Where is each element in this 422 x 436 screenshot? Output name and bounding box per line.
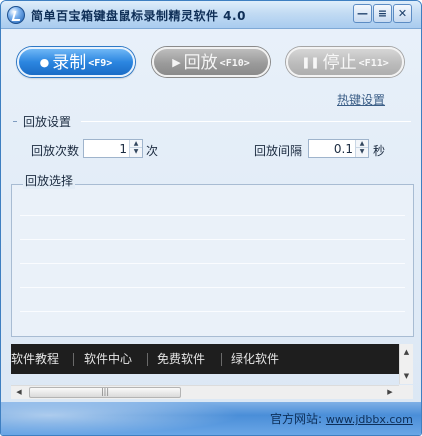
stop-button[interactable]: ❚❚ 停止 <F11>	[286, 47, 404, 77]
nav-divider	[221, 353, 222, 366]
official-site-label: 官方网站:	[270, 412, 323, 426]
play-icon: ▶	[172, 56, 181, 69]
main-window: 简单百宝箱键盘鼠标录制精灵软件 4.0 — ≡ ✕ ● 录制 <F9> ▶ 回放 <F1…	[0, 0, 422, 436]
scroll-down-icon[interactable]: ▼	[400, 370, 413, 382]
record-icon: ●	[39, 56, 50, 69]
stepper-up-icon[interactable]: ▲	[356, 140, 368, 148]
scroll-right-icon[interactable]: ▶	[383, 386, 397, 399]
list-row-divider	[20, 215, 405, 216]
record-button[interactable]: ● 录制 <F9>	[17, 47, 135, 77]
nav-link-free-software[interactable]: 免费软件	[157, 350, 205, 367]
scrollbar-corner	[399, 385, 413, 399]
hotkey-settings-link[interactable]: 热键设置	[337, 91, 385, 108]
list-row-divider	[20, 287, 405, 288]
vertical-scrollbar[interactable]: ▲ ▼	[399, 344, 413, 384]
link-strip: 软件教程 软件中心 免费软件 绿化软件	[11, 344, 399, 374]
scroll-up-icon[interactable]: ▲	[400, 346, 413, 358]
nav-divider	[73, 353, 74, 366]
nav-link-tutorials[interactable]: 软件教程	[11, 350, 59, 367]
stop-label: 停止	[322, 53, 357, 73]
replay-label: 回放	[183, 53, 218, 73]
title-bar[interactable]: 简单百宝箱键盘鼠标录制精灵软件 4.0 — ≡ ✕	[1, 1, 421, 29]
replay-interval-stepper[interactable]: 0.1 ▲ ▼	[308, 139, 369, 158]
stepper-down-icon[interactable]: ▼	[356, 148, 368, 156]
nav-link-portable-software[interactable]: 绿化软件	[231, 350, 279, 367]
horizontal-scrollbar[interactable]: ◀ ||| ▶	[11, 385, 399, 399]
status-footer: 官方网站: www.jdbbx.com	[1, 402, 421, 435]
official-site-link[interactable]: www.jdbbx.com	[326, 413, 413, 426]
close-button[interactable]: ✕	[393, 4, 412, 23]
window-title: 简单百宝箱键盘鼠标录制精灵软件 4.0	[31, 9, 246, 23]
stepper-up-icon[interactable]: ▲	[130, 140, 142, 148]
list-row-divider	[20, 263, 405, 264]
replay-selection-list[interactable]	[11, 184, 414, 337]
replay-count-value: 1	[119, 142, 127, 156]
replay-interval-label: 回放间隔	[254, 144, 303, 158]
list-row-divider	[20, 239, 405, 240]
replay-interval-value: 0.1	[333, 142, 353, 156]
replay-settings-title: 回放设置	[23, 115, 72, 129]
stepper-down-icon[interactable]: ▼	[130, 148, 142, 156]
nav-divider	[147, 353, 148, 366]
group-divider	[81, 121, 411, 122]
stop-hotkey: <F11>	[358, 58, 389, 69]
replay-button[interactable]: ▶ 回放 <F10>	[152, 47, 270, 77]
app-logo-icon	[7, 6, 25, 24]
replay-count-stepper[interactable]: 1 ▲ ▼	[83, 139, 143, 158]
record-label: 录制	[52, 53, 87, 73]
minimize-button[interactable]: —	[353, 4, 372, 23]
pause-icon: ❚❚	[301, 56, 320, 69]
replay-hotkey: <F10>	[219, 58, 250, 69]
nav-link-software-center[interactable]: 软件中心	[84, 350, 132, 367]
replay-count-label: 回放次数	[31, 144, 80, 158]
scroll-left-icon[interactable]: ◀	[12, 386, 26, 399]
replay-interval-unit: 秒	[373, 144, 386, 158]
replay-count-unit: 次	[146, 144, 159, 158]
record-hotkey: <F9>	[88, 58, 113, 69]
replay-selection-title: 回放选择	[23, 172, 76, 189]
menu-button[interactable]: ≡	[373, 4, 392, 23]
list-row-divider	[20, 311, 405, 312]
scrollbar-thumb[interactable]: |||	[29, 387, 181, 398]
group-line-left	[13, 121, 17, 122]
